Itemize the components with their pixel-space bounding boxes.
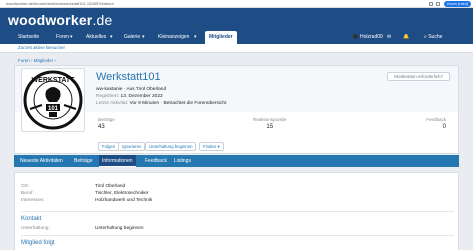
tab-latest-activity[interactable]: Neueste Aktivitäten xyxy=(20,155,63,167)
stat-label: Beiträge xyxy=(98,117,115,122)
url-text[interactable]: woodworker.de/forum/members/werkstatt101… xyxy=(6,1,114,6)
row-key: Interessen: xyxy=(21,198,45,203)
logo-text: woodworker xyxy=(8,12,93,28)
stat-value: 0 xyxy=(442,124,446,130)
tab-about[interactable]: Informationen xyxy=(99,155,136,167)
profile-registered: Registriert: 13. Dezember 2022 xyxy=(96,94,163,99)
browser-address-bar[interactable]: woodworker.de/forum/members/werkstatt101… xyxy=(0,0,473,8)
row-key: Ort: xyxy=(21,184,29,189)
nav-foren[interactable]: Foren xyxy=(56,30,69,44)
search-button[interactable]: ⌕ Suche xyxy=(424,30,442,44)
extension-icon[interactable] xyxy=(429,2,433,6)
profile-username: Werkstatt101 xyxy=(96,71,161,83)
profile-last-activity: Letzte Aktivität: Vor 9 Minuten · Betrac… xyxy=(96,101,226,106)
start-conversation-button[interactable]: Unterhaltung beginnen xyxy=(145,142,197,151)
nav-aktuelles-chevron-icon[interactable]: ▾ xyxy=(110,30,113,44)
user-avatar-icon xyxy=(353,34,358,39)
sub-navigation: Zurzeit aktive Besucher xyxy=(0,44,473,53)
stat-value: 43 xyxy=(98,124,105,130)
stat-label: Feedback xyxy=(426,117,446,122)
svg-text:WERKSTATT: WERKSTATT xyxy=(32,77,76,84)
nav-galerie-chevron-icon[interactable]: ▾ xyxy=(142,30,145,44)
stat-posts[interactable]: Beiträge 43 xyxy=(98,117,115,130)
search-label: Suche xyxy=(428,34,443,40)
activity-label: Letzte Aktivität: xyxy=(96,101,129,106)
registered-label: Registriert: xyxy=(96,94,120,99)
profile-tabs: Neueste Aktivitäten Beiträge Information… xyxy=(14,155,459,167)
profile-title: ww-kastanie · Aus Tirol Oberland xyxy=(96,87,167,92)
stat-feedback[interactable]: Feedback 0 xyxy=(426,117,446,130)
zoom-button[interactable]: Zoom (mini) xyxy=(443,1,471,7)
user-menu[interactable]: Holzrad09 xyxy=(353,30,383,44)
nav-aktuelles[interactable]: Aktuelles xyxy=(86,30,106,44)
breadcrumb[interactable]: Foren › Mitglieder › xyxy=(18,58,56,63)
subnav-active-visitors[interactable]: Zurzeit aktive Besucher xyxy=(18,45,65,50)
follow-button[interactable]: Folgen xyxy=(98,142,120,151)
start-conversation-link[interactable]: Unterhaltung beginnen xyxy=(95,226,144,231)
activity-value[interactable]: Vor 9 Minuten · Betrachtet die Forenüber… xyxy=(130,101,227,106)
search-icon: ⌕ xyxy=(424,34,427,40)
about-panel: Ort: Tirol Oberland Beruf: Tischler, Ele… xyxy=(14,172,459,250)
main-navigation: Startseite Foren ▾ Aktuelles ▾ Galerie ▾… xyxy=(0,30,473,44)
row-value: Tirol Oberland xyxy=(95,184,126,189)
site-header: woodworker.de xyxy=(0,8,473,30)
divider xyxy=(21,235,454,236)
nav-foren-chevron-icon[interactable]: ▾ xyxy=(70,30,73,44)
avatar[interactable]: WERKSTATT 101 xyxy=(21,68,85,132)
find-button[interactable]: Finden ▾ xyxy=(199,142,224,151)
nav-kleinanzeigen[interactable]: Kleinanzeigen xyxy=(158,30,189,44)
bookmark-icon[interactable] xyxy=(436,2,440,6)
tab-feedback[interactable]: Feedback xyxy=(145,155,167,167)
nav-startseite[interactable]: Startseite xyxy=(18,30,39,44)
row-key: Unterhaltung: xyxy=(21,226,50,231)
row-key: Beruf: xyxy=(21,191,34,196)
ignore-button[interactable]: Ignorieren xyxy=(118,142,146,151)
stat-value: 15 xyxy=(266,124,274,130)
site-logo[interactable]: woodworker.de xyxy=(8,12,113,28)
row-value: Holzhandwerk und Technik xyxy=(95,198,153,203)
werkstatt-badge-icon: WERKSTATT 101 xyxy=(23,70,83,130)
divider xyxy=(21,211,454,212)
tab-posts[interactable]: Beiträge xyxy=(74,155,93,167)
nav-kleinanzeigen-chevron-icon[interactable]: ▾ xyxy=(194,30,197,44)
contact-title: Kontakt xyxy=(21,216,42,222)
row-value: Tischler, Elektrotechniker xyxy=(95,191,149,196)
stat-label: Reaktionspunkte xyxy=(253,117,287,122)
envelope-icon[interactable]: ✉ xyxy=(387,30,391,44)
profile-card: WERKSTATT 101 Werkstatt101 ww-kastanie ·… xyxy=(14,65,459,154)
logo-suffix: .de xyxy=(92,12,113,28)
bell-icon[interactable]: 🔔 xyxy=(403,30,409,44)
registered-value: 13. Dezember 2022 xyxy=(120,94,163,99)
nav-galerie[interactable]: Galerie xyxy=(124,30,140,44)
tab-listings[interactable]: Listings xyxy=(174,155,191,167)
user-name: Holzrad09 xyxy=(360,34,383,40)
stat-reactions[interactable]: Reaktionspunkte 15 xyxy=(253,117,287,130)
svg-text:101: 101 xyxy=(48,106,59,112)
moderation-button[interactable]: Moderation erforderlich? xyxy=(387,72,450,81)
follows-title: Mitglied folgt xyxy=(21,240,55,246)
nav-mitglieder[interactable]: Mitglieder xyxy=(205,31,237,44)
